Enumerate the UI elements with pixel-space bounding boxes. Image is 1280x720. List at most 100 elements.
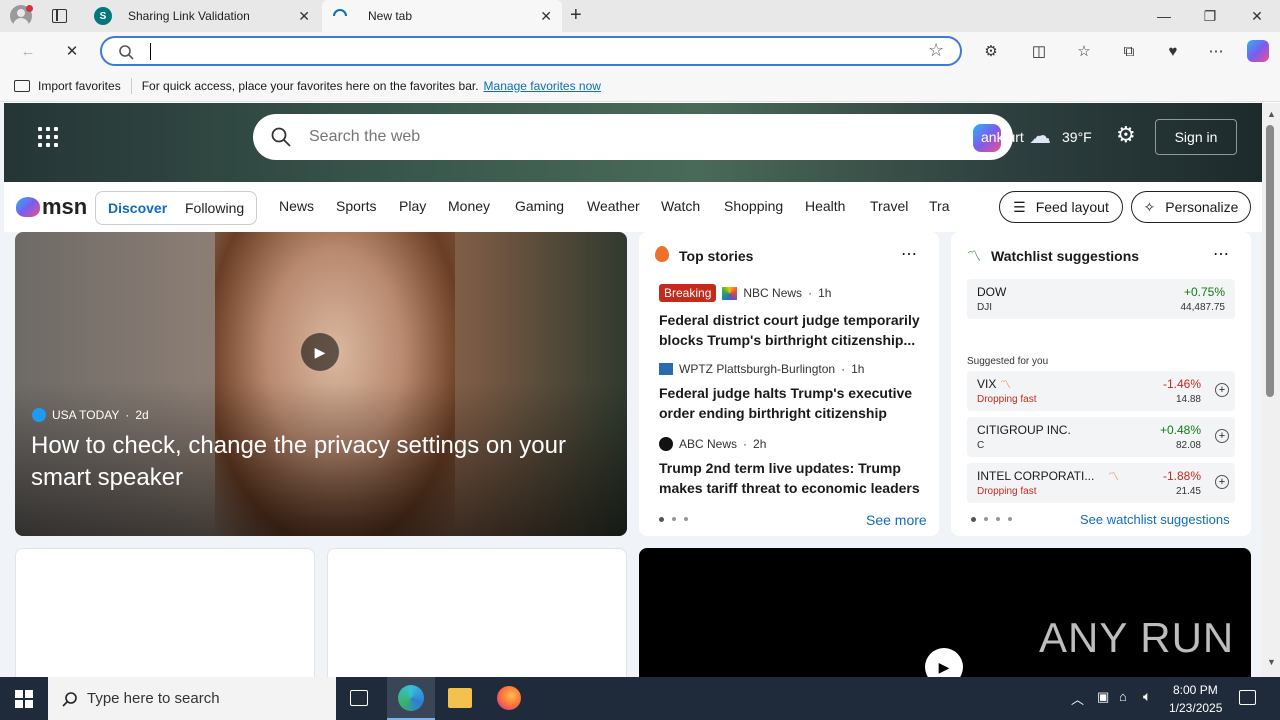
web-search-input[interactable] (309, 126, 909, 148)
more-options-icon[interactable]: ⋯ (1202, 38, 1230, 64)
tab-actions-icon[interactable] (52, 9, 67, 23)
tab-following[interactable]: Following (185, 200, 244, 216)
more-options-icon[interactable]: ⋯ (901, 244, 917, 264)
file-explorer-icon[interactable] (448, 688, 472, 708)
scroll-down-icon[interactable]: ▼ (1267, 657, 1276, 667)
performance-icon[interactable]: ♥ (1159, 38, 1187, 64)
extensions-icon[interactable]: ⚙ (977, 38, 1005, 64)
tray-chevron-icon[interactable]: ︿ (1071, 689, 1084, 708)
nav-health[interactable]: Health (805, 198, 845, 214)
carousel-dots[interactable] (971, 517, 1012, 522)
nav-gaming[interactable]: Gaming (515, 198, 564, 214)
import-favorites-button[interactable]: Import favorites (38, 79, 121, 93)
header-banner: ankfurt ☁ 39°F ⚙ Sign in (4, 103, 1262, 182)
placeholder-card[interactable] (15, 548, 315, 677)
taskbar-search[interactable]: Type here to search (48, 677, 336, 720)
taskbar-date[interactable]: 1/23/2025 (1169, 701, 1222, 715)
import-favorites-icon[interactable] (14, 79, 30, 92)
stop-loading-icon[interactable]: ✕ (58, 38, 86, 64)
ticker-sub: Dropping fast (977, 486, 1037, 497)
close-tab-icon[interactable]: ✕ (298, 8, 310, 25)
carousel-dots[interactable] (659, 517, 688, 522)
sign-in-button[interactable]: Sign in (1155, 119, 1237, 155)
minimize-icon[interactable]: — (1141, 0, 1187, 32)
feed-nav: msn Discover Following News Sports Play … (4, 182, 1262, 232)
add-ticker-icon[interactable]: + (1215, 429, 1229, 443)
hero-story-card[interactable]: ▶ USA TODAY · 2d How to check, change th… (15, 232, 627, 536)
taskbar-search-placeholder: Type here to search (87, 690, 220, 707)
ticker-name: CITIGROUP INC. (977, 423, 1071, 437)
placeholder-card[interactable] (327, 548, 627, 677)
firefox-icon[interactable] (497, 686, 521, 710)
more-options-icon[interactable]: ⋯ (1213, 244, 1229, 264)
vertical-scrollbar[interactable]: ▲ ▼ (1262, 103, 1280, 677)
close-window-icon[interactable]: ✕ (1234, 0, 1280, 32)
personalize-button[interactable]: ✧ Personalize (1131, 191, 1251, 223)
story-headline[interactable]: Federal district court judge temporarily… (659, 310, 921, 350)
story-source: Breaking NBC News · 1h (659, 284, 831, 302)
see-watchlist-link[interactable]: See watchlist suggestions (1080, 512, 1230, 527)
back-icon[interactable]: ← (14, 38, 42, 64)
volume-icon[interactable]: 🔈︎ (1143, 688, 1151, 705)
msn-logo[interactable]: msn (16, 192, 87, 222)
favorites-hint: For quick access, place your favorites h… (141, 78, 479, 93)
play-button-icon[interactable]: ▶ (925, 648, 963, 677)
location-label[interactable]: ankfurt (981, 129, 1024, 145)
watchlist-row[interactable]: CITIGROUP INC. C +0.48% 82.08 + (967, 417, 1235, 457)
video-card[interactable]: ▶ ANY RUN (639, 548, 1251, 677)
nav-watch[interactable]: Watch (661, 198, 700, 214)
restore-icon[interactable]: ❐ (1187, 0, 1233, 32)
manage-favorites-link[interactable]: Manage favorites now (484, 79, 601, 93)
apps-grid-icon[interactable] (38, 127, 58, 147)
task-view-icon[interactable] (350, 690, 368, 706)
taskbar-time[interactable]: 8:00 PM (1173, 683, 1218, 697)
new-tab-button[interactable]: + (570, 4, 590, 26)
nav-travel[interactable]: Travel (870, 198, 908, 214)
watchlist-row[interactable]: INTEL CORPORATI... 〽 Dropping fast -1.88… (967, 463, 1235, 503)
scroll-thumb[interactable] (1266, 125, 1274, 397)
address-bar[interactable]: ☆ (100, 36, 962, 66)
tab-new-tab[interactable]: New tab ✕ (322, 0, 562, 32)
nav-traffic[interactable]: Tra (929, 198, 951, 214)
watchlist-row[interactable]: DOW DJI +0.75% 44,487.75 (967, 279, 1235, 319)
story-headline[interactable]: Federal judge halts Trump's executive or… (659, 383, 921, 423)
add-ticker-icon[interactable]: + (1215, 475, 1229, 489)
msn-butterfly-icon (16, 197, 40, 217)
nav-shopping[interactable]: Shopping (724, 198, 783, 214)
close-tab-icon[interactable]: ✕ (540, 8, 552, 25)
split-screen-icon[interactable]: ◫ (1025, 38, 1053, 64)
see-more-link[interactable]: See more (866, 512, 927, 528)
story-age: 1h (818, 286, 832, 300)
play-button-icon[interactable]: ▶ (301, 333, 339, 371)
cloud-icon: ☁ (1029, 123, 1051, 148)
nav-money[interactable]: Money (448, 198, 490, 214)
watchlist-card: 〽 Watchlist suggestions ⋯ DOW DJI +0.75%… (951, 232, 1251, 536)
notifications-icon[interactable] (1239, 690, 1256, 705)
nav-sports[interactable]: Sports (336, 198, 376, 214)
settings-gear-icon[interactable]: ⚙ (1116, 122, 1136, 148)
ticker-name: INTEL CORPORATI... (977, 469, 1095, 483)
story-headline[interactable]: Trump 2nd term live updates: Trump makes… (659, 458, 921, 498)
favorite-star-icon[interactable]: ☆ (928, 40, 944, 61)
network-icon[interactable]: ⌂ (1119, 689, 1127, 704)
web-search-box[interactable] (253, 114, 1013, 160)
profile-icon[interactable] (10, 5, 33, 27)
temperature[interactable]: 39°F (1062, 129, 1092, 145)
feed-layout-button[interactable]: ☰ Feed layout (999, 191, 1123, 223)
watchlist-row[interactable]: VIX 〽 Dropping fast -1.46% 14.88 + (967, 371, 1235, 411)
copilot-icon[interactable] (1244, 38, 1272, 64)
scroll-up-icon[interactable]: ▲ (1267, 109, 1276, 119)
add-ticker-icon[interactable]: + (1215, 383, 1229, 397)
nav-news[interactable]: News (279, 198, 314, 214)
ticker-price: 82.08 (1175, 440, 1201, 451)
edge-taskbar-icon[interactable] (387, 677, 435, 720)
tab-sharing-link[interactable]: S Sharing Link Validation ✕ (84, 0, 320, 32)
tray-app-icon[interactable]: ▣ (1097, 689, 1109, 705)
tab-discover[interactable]: Discover (108, 200, 167, 216)
collections-icon[interactable]: ⧉ (1115, 38, 1143, 64)
nav-play[interactable]: Play (399, 198, 426, 214)
favorites-icon[interactable]: ☆ (1070, 38, 1098, 64)
hero-headline[interactable]: How to check, change the privacy setting… (31, 430, 611, 494)
nav-weather[interactable]: Weather (587, 198, 640, 214)
windows-start-icon[interactable] (15, 690, 33, 708)
